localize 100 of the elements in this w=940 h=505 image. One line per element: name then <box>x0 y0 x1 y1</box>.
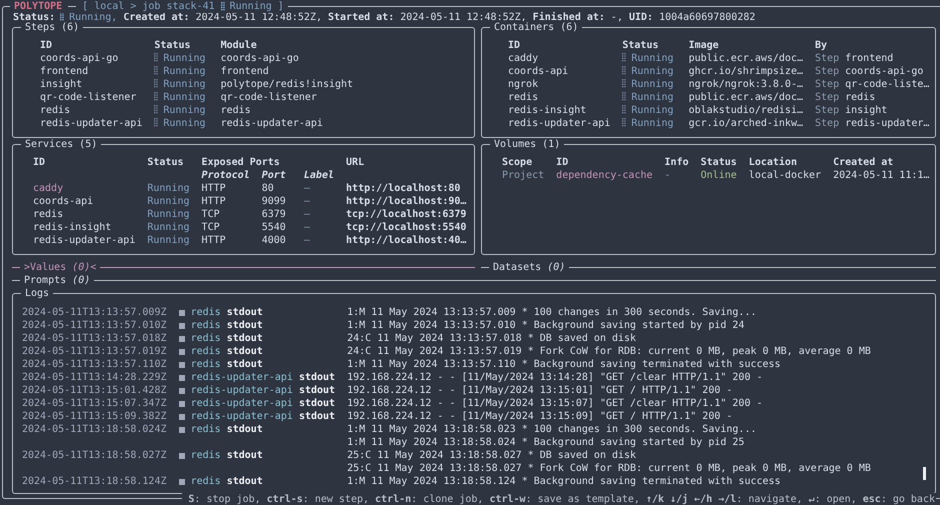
panel-title[interactable]: >Values (0)< <box>24 261 96 274</box>
service-id[interactable]: coords-api <box>33 195 148 208</box>
status-icon <box>154 92 158 101</box>
by-step: redis <box>845 91 876 104</box>
column-header: Created at <box>833 156 894 169</box>
log-stream: stdout <box>226 319 263 332</box>
panel-title[interactable]: Prompts (0) <box>24 274 90 287</box>
port-cell-text: 4000 <box>262 234 287 247</box>
square-icon <box>178 310 185 316</box>
log-service: redis <box>190 358 221 371</box>
volume-id[interactable]: dependency-cache <box>556 169 665 182</box>
image-cell-text: public.ecr.aws/doc… <box>688 91 804 104</box>
panel-title: Steps (6) <box>21 21 84 34</box>
panel-title[interactable]: Datasets (0) <box>493 261 566 274</box>
step-id[interactable]: redis <box>40 104 154 117</box>
url-link[interactable]: tcp://localhost:6379 <box>346 208 472 221</box>
square-icon <box>178 348 185 354</box>
status-cell: Running <box>622 65 689 78</box>
status-label: Started at: <box>328 11 394 24</box>
log-message: 1:M 11 May 2024 13:13:57.110 * Background saving terminated with success <box>347 358 781 371</box>
step-id[interactable]: coords-api-go <box>40 52 154 65</box>
column-header: Location <box>748 156 798 169</box>
status-cell-text: Running <box>147 234 191 247</box>
module-cell-text: polytope/redis!insight <box>220 78 354 91</box>
module-cell-text: coords-api-go <box>220 52 300 65</box>
service-id[interactable]: redis-updater-api <box>33 234 148 247</box>
info-cell-text: - <box>664 169 672 182</box>
url-link[interactable]: tcp://localhost:5540 <box>346 221 472 234</box>
log-message: 192.168.224.12 - - [11/May/2024 13:15:09] "GET / HTTP/1.1" 200 - <box>347 410 732 423</box>
log-service: redis-updater-api <box>190 410 293 423</box>
status-cell-text: Running <box>147 208 191 221</box>
square-icon <box>178 478 185 484</box>
job-status: Running ] <box>220 0 284 13</box>
status-icon <box>220 2 225 11</box>
log-timestamp: 2024-05-11T13:15:01.428Z <box>22 384 168 397</box>
status-icon <box>622 79 626 88</box>
log-service: redis-updater-api <box>190 397 293 410</box>
container-id[interactable]: ngrok <box>508 78 622 91</box>
url-link[interactable]: http://localhost:40… <box>346 234 472 247</box>
log-service: redis <box>190 306 221 319</box>
container-id[interactable]: caddy <box>508 52 622 65</box>
square-icon <box>178 452 185 458</box>
label-cell-text: — <box>304 195 311 208</box>
column-header: ID <box>33 156 46 169</box>
column-header: Label <box>304 169 335 182</box>
status-cell: Running <box>622 52 689 65</box>
status-value: 1004a60697800282 <box>659 11 756 24</box>
log-timestamp: 2024-05-11T13:13:57.110Z <box>22 358 168 371</box>
by-step: qr-code-liste… <box>845 78 930 91</box>
square-icon <box>178 336 185 342</box>
step-id[interactable]: insight <box>40 78 154 91</box>
log-message: 1:M 11 May 2024 13:13:57.010 * Background saving started by pid 24 <box>347 319 744 332</box>
url-link[interactable]: http://localhost:80 <box>346 182 472 195</box>
status-label: UID: <box>628 11 654 24</box>
status-cell: Running <box>622 78 689 91</box>
module-cell-text: frontend <box>220 65 270 78</box>
service-id[interactable]: caddy <box>33 182 148 195</box>
label-cell-text: — <box>304 234 311 247</box>
column-header: Port <box>262 169 287 182</box>
container-id[interactable]: redis-insight <box>508 104 622 117</box>
by-step: redis-updater… <box>845 117 930 130</box>
by-kind: Step <box>815 78 840 91</box>
log-stream: stdout <box>298 371 336 384</box>
service-id[interactable]: redis-insight <box>33 221 148 234</box>
protocol-cell-text: HTTP <box>202 234 227 247</box>
container-id[interactable]: redis <box>508 91 622 104</box>
image-cell-text: public.ecr.aws/doc… <box>688 52 804 65</box>
by-kind: Step <box>815 117 840 130</box>
status-icon <box>154 118 158 127</box>
step-id[interactable]: frontend <box>40 65 154 78</box>
column-header: Status <box>700 156 738 169</box>
service-id[interactable]: redis <box>33 208 148 221</box>
protocol-cell-text: TCP <box>202 221 221 234</box>
log-message: 192.168.224.12 - - [11/May/2024 13:15:01] "GET / HTTP/1.1" 200 - <box>347 384 732 397</box>
step-id[interactable]: qr-code-listener <box>40 91 154 104</box>
url-link[interactable]: http://localhost:90… <box>346 195 472 208</box>
module-cell-text: redis <box>220 104 252 117</box>
container-id[interactable]: redis-updater-api <box>508 117 622 130</box>
log-timestamp: 2024-05-11T13:15:07.347Z <box>22 397 168 410</box>
location-cell-text: local-docker <box>748 169 822 182</box>
step-id[interactable]: redis-updater-api <box>40 117 154 130</box>
log-message: 1:M 11 May 2024 13:18:58.024 * Background saving started by pid 25 <box>347 436 744 449</box>
by-step: coords-api-go <box>845 65 924 78</box>
status-label: Finished at: <box>532 11 605 23</box>
image-cell-text: gcr.io/arched-inkw… <box>688 117 804 130</box>
status-label: Status: <box>13 11 56 23</box>
log-timestamp: 2024-05-11T13:13:57.018Z <box>22 332 168 345</box>
by-step: insight <box>845 104 888 117</box>
image-cell-text: oblakstudio/redisi… <box>688 104 804 117</box>
log-stream: stdout <box>226 358 263 371</box>
scrollbar-thumb <box>923 467 926 480</box>
scope-cell-text: Project <box>502 169 546 182</box>
status-cell-text: Running <box>147 195 191 208</box>
status-icon <box>622 66 626 75</box>
status-cell: Running <box>622 117 689 130</box>
log-timestamp: 2024-05-11T13:15:09.382Z <box>22 410 168 423</box>
status-icon <box>622 105 626 114</box>
status-icon <box>154 79 158 88</box>
container-id[interactable]: coords-api <box>508 65 622 78</box>
column-header: Status <box>622 39 660 52</box>
